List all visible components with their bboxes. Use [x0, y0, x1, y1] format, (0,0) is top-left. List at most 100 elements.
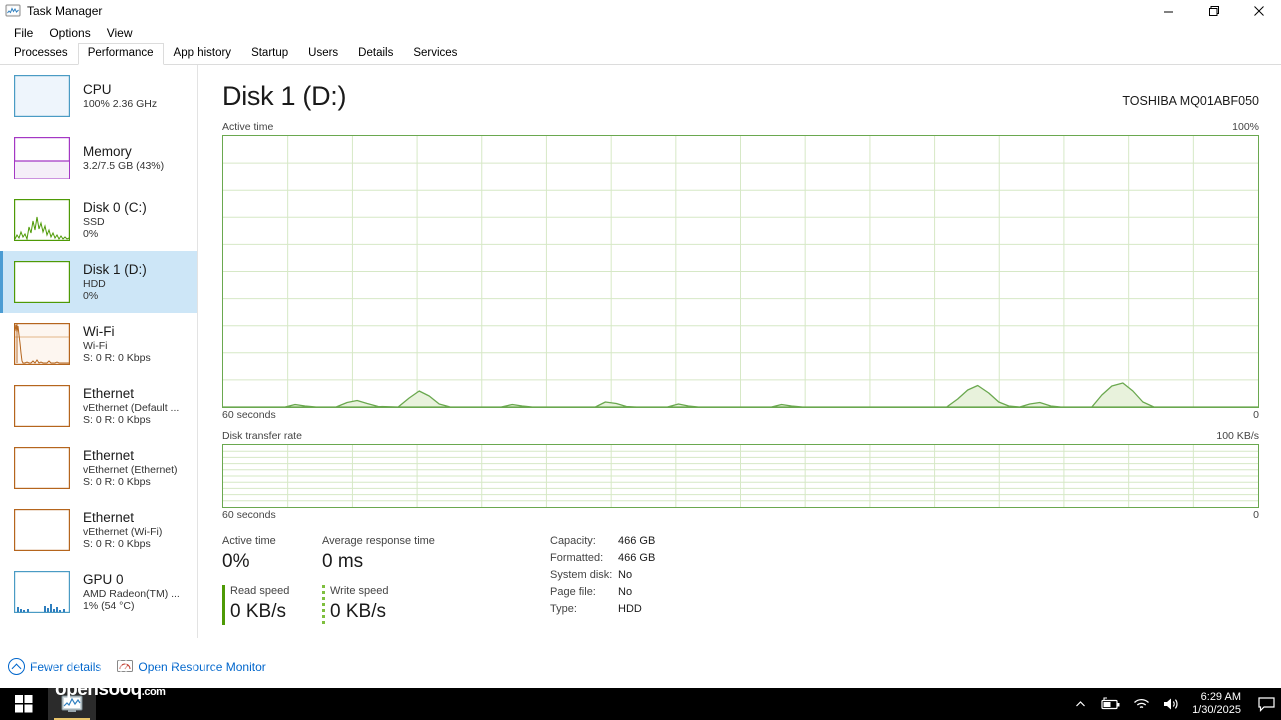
fewer-details-button[interactable]: Fewer details: [8, 658, 101, 675]
screen: Task Manager File Options View Processes…: [0, 0, 1281, 720]
detail-type-key: Type:: [550, 603, 577, 615]
menu-bar: File Options View: [0, 22, 1281, 44]
minimize-button[interactable]: [1146, 0, 1191, 22]
menu-options[interactable]: Options: [41, 24, 98, 42]
sidebar-item-gpu0-text: GPU 0 AMD Radeon(TM) ... 1% (54 °C): [83, 572, 180, 613]
gpu0-thumbnail-chart: [14, 571, 70, 613]
sidebar-item-disk0-sub2: 0%: [83, 227, 99, 240]
sidebar-item-ethernet-default[interactable]: Ethernet vEthernet (Default ... S: 0 R: …: [0, 375, 197, 437]
sidebar-item-ethernet-default-text: Ethernet vEthernet (Default ... S: 0 R: …: [83, 386, 179, 427]
sidebar-item-ethernet-default-sub: vEthernet (Default ...: [83, 401, 180, 414]
tab-processes[interactable]: Processes: [4, 43, 78, 64]
disk-model: TOSHIBA MQ01ABF050: [1122, 94, 1259, 108]
response-time-stat-label: Average response time: [322, 535, 435, 547]
active-time-stat-value: 0%: [222, 551, 250, 572]
open-resource-monitor-button[interactable]: Open Resource Monitor: [117, 659, 266, 674]
transfer-rate-graph[interactable]: [222, 444, 1259, 508]
sidebar-item-cpu-sub: 100% 2.36 GHz: [83, 97, 158, 110]
write-speed-label: Write speed: [330, 585, 389, 597]
detail-formatted-value: 466 GB: [618, 552, 656, 564]
sidebar-item-ethernet-wifi[interactable]: Ethernet vEthernet (Wi-Fi) S: 0 R: 0 Kbp…: [0, 499, 197, 561]
sidebar-item-gpu0[interactable]: GPU 0 AMD Radeon(TM) ... 1% (54 °C): [0, 561, 197, 623]
active-time-max: 100%: [1232, 121, 1259, 133]
ethernet-wifi-thumbnail-chart: [14, 509, 70, 551]
volume-icon[interactable]: [1156, 688, 1186, 720]
taskbar-date: 1/30/2025: [1192, 704, 1241, 716]
sidebar-item-disk1-label: Disk 1 (D:): [83, 261, 147, 277]
resource-sidebar[interactable]: CPU 100% 2.36 GHz Memory 3.2/7.5 GB (43%…: [0, 65, 198, 638]
title-bar: Task Manager: [0, 0, 1281, 22]
sidebar-item-ethernet-default-sub2: S: 0 R: 0 Kbps: [83, 413, 151, 426]
chevron-up-icon: [8, 658, 25, 675]
cpu-thumbnail-chart: [14, 75, 70, 117]
sidebar-item-memory[interactable]: Memory 3.2/7.5 GB (43%): [0, 127, 197, 189]
sidebar-item-gpu0-sub2: 1% (54 °C): [83, 599, 135, 612]
sidebar-item-disk1[interactable]: Disk 1 (D:) HDD 0%: [0, 251, 197, 313]
response-time-stat-value: 0 ms: [322, 551, 364, 572]
detail-system-disk-key: System disk:: [550, 569, 613, 581]
action-center-button[interactable]: [1251, 688, 1281, 720]
disk-statistics: Active time 0% Average response time 0 m…: [222, 533, 1259, 625]
sidebar-item-wifi-sub: Wi-Fi: [83, 339, 108, 352]
ethernet-ethernet-thumbnail-chart: [14, 447, 70, 489]
ethernet-default-thumbnail-chart: [14, 385, 70, 427]
battery-icon[interactable]: [1093, 688, 1127, 720]
active-time-xlabel: 60 seconds: [222, 409, 276, 421]
menu-view[interactable]: View: [99, 24, 141, 42]
resource-monitor-icon: [117, 659, 134, 674]
read-speed-stat: Read speed 0 KB/s: [222, 583, 322, 625]
start-button[interactable]: [0, 688, 48, 720]
read-speed-value: 0 KB/s: [230, 601, 286, 622]
tab-users[interactable]: Users: [298, 43, 348, 64]
tab-details[interactable]: Details: [348, 43, 403, 64]
sidebar-item-ethernet-default-label: Ethernet: [83, 385, 135, 401]
close-button[interactable]: [1236, 0, 1281, 22]
sidebar-item-wifi[interactable]: Wi-Fi Wi-Fi S: 0 R: 0 Kbps: [0, 313, 197, 375]
sidebar-item-cpu-text: CPU 100% 2.36 GHz: [83, 82, 157, 110]
sidebar-item-disk1-text: Disk 1 (D:) HDD 0%: [83, 262, 147, 303]
sidebar-item-wifi-label: Wi-Fi: [83, 323, 115, 339]
show-hidden-icons-button[interactable]: [1068, 688, 1093, 720]
page-title: Disk 1 (D:): [222, 81, 347, 111]
detail-page-file-value: No: [618, 586, 633, 598]
sidebar-item-ethernet-ethernet[interactable]: Ethernet vEthernet (Ethernet) S: 0 R: 0 …: [0, 437, 197, 499]
menu-file[interactable]: File: [6, 24, 41, 42]
active-time-graph[interactable]: [222, 135, 1259, 408]
tab-services[interactable]: Services: [403, 43, 467, 64]
sidebar-item-memory-sub: 3.2/7.5 GB (43%): [83, 159, 165, 172]
primary-stats: Active time 0% Average response time 0 m…: [222, 533, 542, 625]
sidebar-item-ethernet-ethernet-sub: vEthernet (Ethernet): [83, 463, 178, 476]
task-manager-icon: [5, 3, 21, 19]
status-bar: Fewer details Open Resource Monitor: [0, 645, 1281, 688]
detail-page-file: Page file: No: [550, 584, 655, 601]
disk-details-list: Capacity: 466 GB Formatted: 466 GB Syste…: [550, 533, 655, 625]
disk-detail-panel: Disk 1 (D:) TOSHIBA MQ01ABF050 Active ti…: [198, 65, 1281, 638]
sidebar-item-cpu[interactable]: CPU 100% 2.36 GHz: [0, 65, 197, 127]
open-resource-monitor-label: Open Resource Monitor: [138, 659, 266, 674]
wifi-thumbnail-chart: [14, 323, 70, 365]
detail-formatted: Formatted: 466 GB: [550, 550, 655, 567]
transfer-rate-label: Disk transfer rate: [222, 430, 302, 442]
taskbar-clock[interactable]: 6:29 AM 1/30/2025: [1186, 691, 1251, 717]
tab-startup[interactable]: Startup: [241, 43, 298, 64]
taskbar-task-manager-icon[interactable]: [48, 688, 96, 720]
transfer-rate-min: 0: [1253, 509, 1259, 521]
wifi-icon[interactable]: [1127, 688, 1156, 720]
tab-app-history[interactable]: App history: [164, 43, 242, 64]
write-speed-value: 0 KB/s: [330, 601, 386, 622]
fewer-details-label: Fewer details: [30, 659, 102, 674]
active-time-label: Active time: [222, 121, 274, 133]
restore-button[interactable]: [1191, 0, 1236, 22]
taskbar-time: 6:29 AM: [1200, 691, 1241, 703]
stats-row-bottom: Read speed 0 KB/s Write speed 0 KB/s: [222, 583, 542, 625]
transfer-rate-axis-labels: 60 seconds 0: [222, 509, 1259, 521]
sidebar-item-disk0[interactable]: Disk 0 (C:) SSD 0%: [0, 189, 197, 251]
detail-capacity-key: Capacity:: [550, 535, 596, 547]
sidebar-item-ethernet-wifi-sub2: S: 0 R: 0 Kbps: [83, 537, 151, 550]
window-controls: [1146, 0, 1281, 22]
sidebar-item-wifi-sub2: S: 0 R: 0 Kbps: [83, 351, 151, 364]
active-time-graph-labels: Active time 100%: [222, 121, 1259, 133]
detail-capacity-value: 466 GB: [618, 535, 656, 547]
tab-performance[interactable]: Performance: [77, 43, 164, 65]
system-tray: 6:29 AM 1/30/2025: [1068, 688, 1281, 720]
